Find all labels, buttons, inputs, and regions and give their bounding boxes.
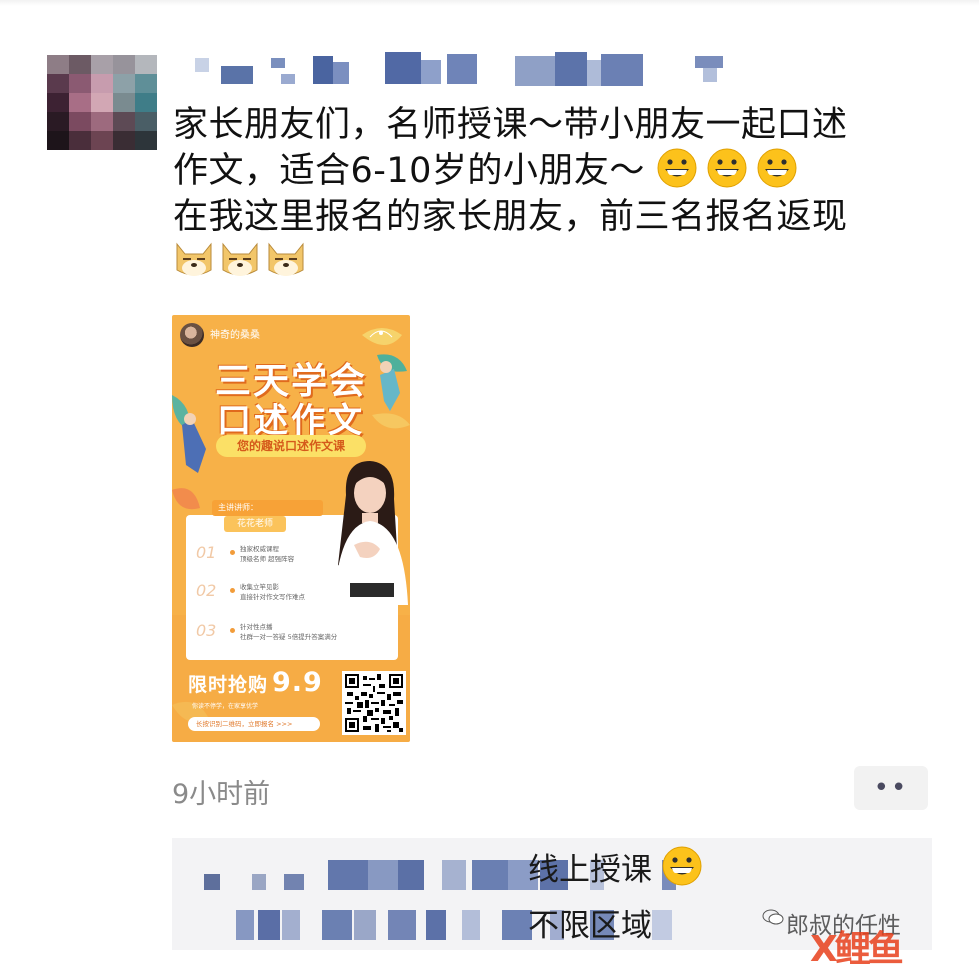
poster-scan-text: 长按识别二维码，立即报名 >>>: [188, 717, 320, 731]
poster-step-number: 03: [196, 621, 217, 640]
comment-1: 线上授课: [528, 844, 712, 889]
poster-teacher-tag: 主讲讲师：: [212, 500, 323, 516]
poster-username: 神奇的桑桑: [210, 330, 260, 341]
poster-step-dot: [230, 628, 235, 633]
poster-header: 神奇的桑桑: [178, 321, 404, 349]
post-line-4: [173, 240, 933, 288]
poster-step-title: 收集立竿见影: [240, 583, 279, 591]
avatar[interactable]: [47, 55, 157, 150]
poster-step-desc: 顶级名师 超强阵容: [240, 555, 295, 563]
username-blurred[interactable]: [185, 52, 730, 88]
poster-avatar: [180, 323, 204, 347]
poster-step-desc: 社群一对一答疑 5倍提升答案满分: [240, 633, 338, 641]
poster-price-value: 9.9: [272, 667, 323, 698]
wechat-icon: [762, 909, 784, 925]
grinning-face-icon: [657, 148, 697, 188]
poster-image[interactable]: 神奇的桑桑 三天学会 口述作文 您的趣说口述作文课 主讲讲师： 花花老师 01 …: [172, 315, 410, 742]
post-text: 家长朋友们，名师授课～带小朋友一起口述 作文，适合6-10岁的小朋友～ 在我这里…: [173, 102, 933, 288]
doge-icon: [268, 242, 304, 276]
top-divider: [0, 0, 979, 6]
poster-price-label: 限时抢购: [188, 674, 269, 696]
poster-price: 限时抢购 9.9: [188, 667, 323, 698]
grinning-face-icon: [707, 148, 747, 188]
poster-subtitle: 您的趣说口述作文课: [216, 435, 366, 457]
poster-step-desc: 直接针对作文写作难点: [240, 593, 305, 601]
poster-teacher-name: 花花老师: [224, 516, 286, 532]
qr-code-icon: [342, 671, 406, 735]
poster-step-title: 独家权威课程: [240, 545, 279, 553]
more-actions-button[interactable]: ••: [854, 766, 928, 810]
post-time: 9小时前: [172, 779, 271, 810]
grinning-face-icon: [757, 148, 797, 188]
post-line-3: 在我这里报名的家长朋友，前三名报名返现: [173, 197, 848, 237]
poster-step-title: 针对性点播: [240, 623, 273, 631]
post-line-1: 家长朋友们，名师授课～带小朋友一起口述: [173, 105, 848, 145]
poster-step-number: 02: [196, 581, 217, 600]
grinning-face-icon: [662, 846, 702, 886]
poster-step-dot: [230, 550, 235, 555]
teacher-photo: [334, 461, 408, 605]
post-line-2: 作文，适合6-10岁的小朋友～: [173, 148, 933, 194]
watermark-logo: X鲤鱼: [810, 929, 904, 970]
poster-price-note: 你读不停学，在家享优学: [192, 703, 259, 710]
doge-icon: [176, 242, 212, 276]
comment-2: 不限区域: [528, 908, 652, 944]
doge-icon: [222, 242, 258, 276]
poster-step-number: 01: [196, 543, 217, 562]
poster-logo-icon: [369, 330, 393, 338]
comment-1-text: 线上授课: [528, 852, 652, 888]
more-dots-icon: ••: [873, 773, 909, 803]
poster-step-dot: [230, 588, 235, 593]
